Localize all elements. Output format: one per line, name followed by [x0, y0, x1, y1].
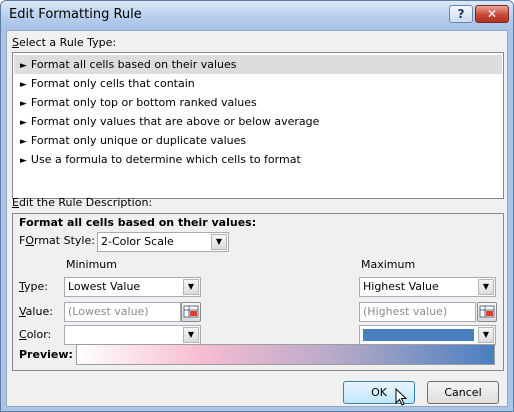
maximum-value-placeholder: (Highest value): [363, 305, 448, 318]
triangle-right-icon: ►: [20, 61, 27, 71]
maximum-value-input[interactable]: (Highest value): [359, 302, 476, 322]
triangle-right-icon: ►: [20, 118, 27, 128]
rule-type-list[interactable]: ► Format all cells based on their values ►…: [12, 52, 504, 199]
rule-type-label: Select a Rule Type:: [12, 36, 117, 49]
chevron-down-icon[interactable]: ▼: [183, 279, 199, 295]
description-heading: Format all cells based on their values:: [19, 216, 257, 229]
type-label: Type:: [19, 280, 48, 293]
minimum-cell-picker-button[interactable]: [181, 302, 201, 322]
value-label: Value:: [19, 305, 53, 318]
chevron-down-icon[interactable]: ▼: [211, 234, 227, 250]
rule-description-panel: Format all cells based on their values: …: [12, 213, 504, 371]
minimum-type-value: Lowest Value: [68, 280, 141, 293]
triangle-right-icon: ►: [20, 156, 27, 166]
mouse-cursor-icon: [395, 388, 408, 406]
range-picker-icon: [183, 305, 199, 318]
rule-type-item[interactable]: ► Format only top or bottom ranked values: [14, 93, 502, 112]
color-scale-preview: [76, 344, 495, 365]
rule-type-item-label: Format only values that are above or bel…: [30, 115, 320, 128]
rule-type-item-label: Format all cells based on their values: [30, 58, 237, 71]
format-style-select[interactable]: 2-Color Scale ▼: [97, 232, 229, 252]
minimum-header: Minimum: [66, 258, 117, 271]
minimum-type-select[interactable]: Lowest Value ▼: [64, 277, 201, 297]
close-button[interactable]: ✕: [475, 5, 509, 23]
rule-type-item-label: Format only cells that contain: [30, 77, 195, 90]
maximum-type-value: Highest Value: [363, 280, 439, 293]
cancel-button[interactable]: Cancel: [427, 381, 499, 404]
rule-type-item[interactable]: ► Format all cells based on their values: [14, 55, 502, 74]
title-bar[interactable]: Edit Formatting Rule ? ✕: [1, 1, 513, 30]
format-style-label: FOrmat Style:: [19, 234, 95, 247]
window-title: Edit Formatting Rule: [9, 7, 142, 22]
rule-type-item-label: Format only unique or duplicate values: [30, 134, 247, 147]
rule-type-item-label: Use a formula to determine which cells t…: [30, 153, 301, 166]
rule-type-item[interactable]: ► Format only cells that contain: [14, 74, 502, 93]
range-picker-icon: [479, 305, 495, 318]
preview-label: Preview:: [19, 348, 73, 361]
rule-type-item[interactable]: ► Format only unique or duplicate values: [14, 131, 502, 150]
maximum-type-select[interactable]: Highest Value ▼: [359, 277, 496, 297]
maximum-header: Maximum: [361, 258, 416, 271]
triangle-right-icon: ►: [20, 99, 27, 109]
preview-row: Preview:: [13, 340, 503, 368]
minimum-value-placeholder: (Lowest value): [68, 305, 149, 318]
maximum-cell-picker-button[interactable]: [477, 302, 497, 322]
triangle-right-icon: ►: [20, 80, 27, 90]
format-style-value: 2-Color Scale: [101, 235, 174, 248]
edit-formatting-rule-dialog: Edit Formatting Rule ? ✕ Select a Rule T…: [0, 0, 514, 412]
dialog-body: Select a Rule Type: ► Format all cells ba…: [6, 30, 508, 407]
triangle-right-icon: ►: [20, 137, 27, 147]
chevron-down-icon[interactable]: ▼: [478, 279, 494, 295]
help-button[interactable]: ?: [449, 5, 473, 23]
rule-type-item[interactable]: ► Use a formula to determine which cells …: [14, 150, 502, 169]
minimum-value-input[interactable]: (Lowest value): [64, 302, 181, 322]
rule-description-label: Edit the Rule Description:: [12, 196, 153, 209]
rule-type-item[interactable]: ► Format only values that are above or be…: [14, 112, 502, 131]
rule-type-item-label: Format only top or bottom ranked values: [30, 96, 257, 109]
